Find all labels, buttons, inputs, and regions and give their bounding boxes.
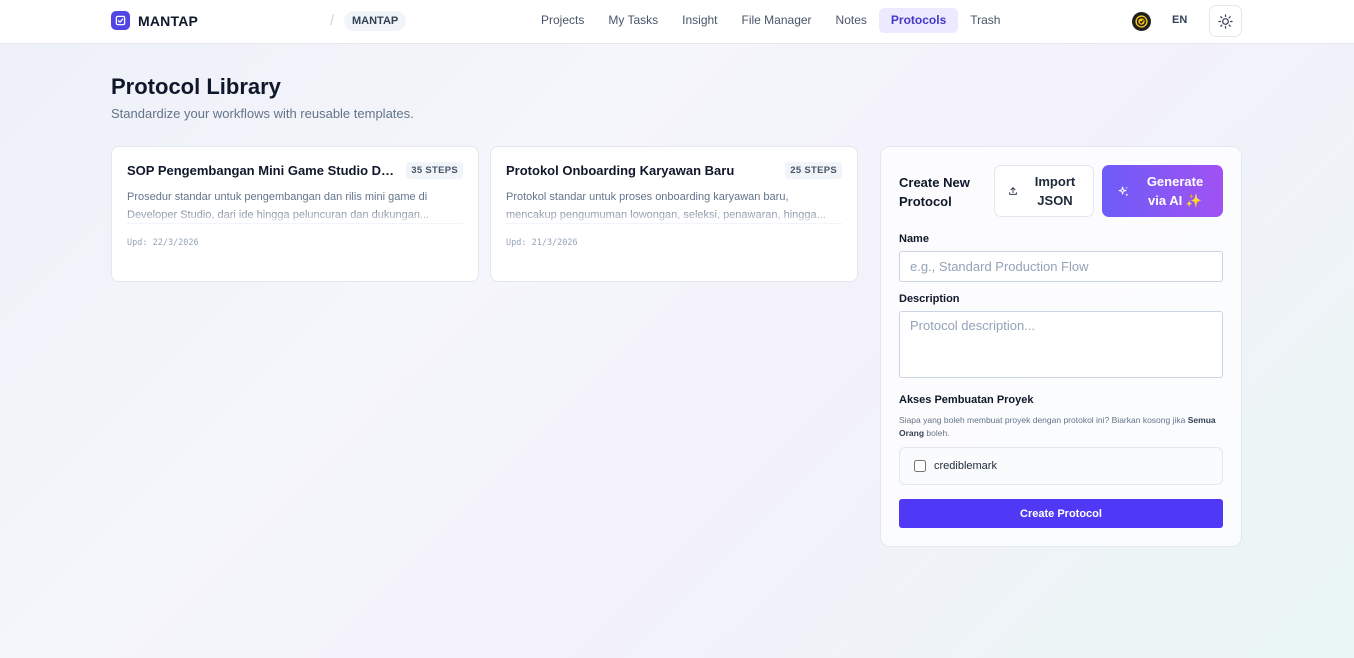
user-name[interactable]: crediblemark [934, 460, 997, 472]
protocol-card[interactable]: Protokol Onboarding Karyawan Baru 25 STE… [490, 146, 858, 282]
access-help-text: Siapa yang boleh membuat proyek dengan p… [899, 414, 1229, 440]
protocol-title: Protokol Onboarding Karyawan Baru [506, 163, 735, 178]
nav-notes[interactable]: Notes [824, 8, 879, 33]
top-navbar: MANTAP / MANTAP Projects My Tasks Insigh… [0, 0, 1354, 44]
import-json-button[interactable]: Import JSON [994, 165, 1094, 217]
name-label: Name [899, 233, 929, 245]
page-title: Protocol Library [111, 74, 281, 99]
description-label: Description [899, 293, 960, 305]
create-protocol-panel: Create New Protocol Import JSON Generate… [880, 146, 1242, 547]
import-json-label: Import JSON [1034, 174, 1076, 208]
description-input[interactable] [899, 311, 1223, 378]
sun-icon [1218, 13, 1233, 29]
steps-badge: 35 STEPS [406, 162, 463, 179]
brand-name: MANTAP [138, 12, 199, 29]
protocol-title: SOP Pengembangan Mini Game Studio Develo… [127, 163, 396, 178]
card-divider [506, 223, 842, 224]
nav-projects[interactable]: Projects [529, 8, 596, 33]
create-panel-title: Create New Protocol [899, 175, 970, 209]
nav-protocols[interactable]: Protocols [878, 8, 959, 33]
access-help-post: boleh. [926, 428, 950, 438]
check-square-icon [111, 11, 130, 30]
protocol-updated: Upd: 21/3/2026 [506, 238, 578, 248]
main-nav: Projects My Tasks Insight File Manager N… [529, 8, 1012, 33]
name-input[interactable] [899, 251, 1223, 282]
protocol-updated: Upd: 22/3/2026 [127, 238, 199, 248]
access-title: Akses Pembuatan Proyek [899, 394, 1034, 406]
access-help-pre: Siapa yang boleh membuat proyek dengan p… [899, 415, 1186, 425]
nav-insight[interactable]: Insight [670, 8, 729, 33]
access-user-list: crediblemark [899, 447, 1223, 485]
theme-toggle-button[interactable] [1209, 5, 1242, 37]
sparkles-icon [1118, 186, 1128, 196]
protocol-description: Prosedur standar untuk pengembangan dan … [127, 191, 430, 221]
generate-ai-button[interactable]: Generate via AI ✨ [1102, 165, 1223, 217]
protocol-description: Protokol standar untuk proses onboarding… [506, 191, 826, 221]
breadcrumb-separator: / [330, 12, 335, 29]
nav-trash[interactable]: Trash [958, 8, 1012, 33]
generate-ai-label: Generate via AI ✨ [1146, 174, 1204, 208]
upload-icon [1009, 187, 1017, 195]
protocol-card[interactable]: SOP Pengembangan Mini Game Studio Develo… [111, 146, 479, 282]
steps-badge: 25 STEPS [785, 162, 842, 179]
breadcrumb-current[interactable]: MANTAP [344, 11, 407, 31]
card-divider [127, 223, 463, 224]
brand[interactable]: MANTAP [111, 11, 198, 30]
nav-file-manager[interactable]: File Manager [730, 8, 824, 33]
page-subtitle: Standardize your workflows with reusable… [111, 106, 414, 121]
nav-my-tasks[interactable]: My Tasks [596, 8, 670, 33]
coin-icon[interactable] [1132, 12, 1151, 31]
create-protocol-button[interactable]: Create Protocol [899, 499, 1223, 528]
user-checkbox[interactable] [914, 460, 926, 472]
language-switch[interactable]: EN [1172, 14, 1187, 26]
